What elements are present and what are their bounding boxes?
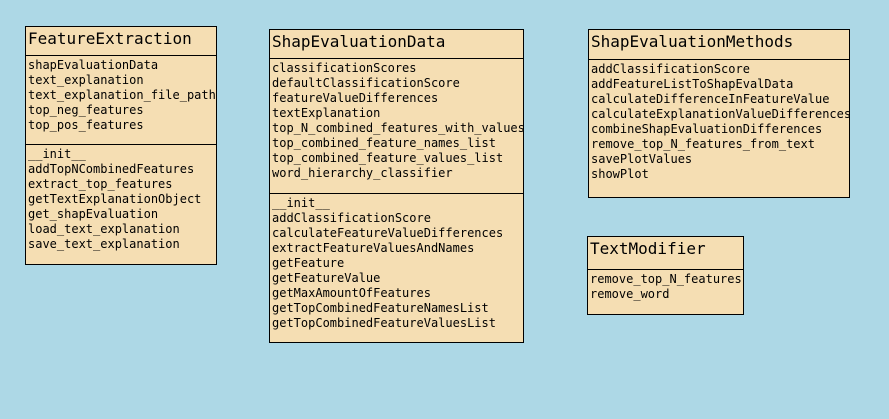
class-feature-extraction: FeatureExtraction shapEvaluationData tex… [25,26,217,265]
method: getTopCombinedFeatureNamesList [272,301,489,315]
class-name: ShapEvaluationMethods [589,30,849,60]
method: calculateDifferenceInFeatureValue [591,92,830,106]
attribute: top_N_combined_features_with_values [272,121,525,135]
method: get_shapEvaluation [28,207,159,221]
attribute: featureValueDifferences [272,91,439,105]
class-methods: remove_top_N_features remove_word [588,270,743,302]
attribute: top_combined_feature_names_list [272,136,496,150]
class-name: ShapEvaluationData [270,30,523,59]
attribute: top_combined_feature_values_list [272,151,504,165]
class-methods: addClassificationScore addFeatureListToS… [589,60,852,182]
method: __init__ [28,147,86,161]
attribute: classificationScores [272,61,417,75]
attribute: word_hierarchy_classifier [272,166,453,180]
class-shap-evaluation-methods: ShapEvaluationMethods addClassificationS… [588,29,852,198]
class-methods: __init__ addClassificationScore calculat… [270,194,523,331]
method: addClassificationScore [272,211,431,225]
method: getMaxAmountOfFeatures [272,286,431,300]
method: extract_top_features [28,177,173,191]
method: remove_top_N_features_from_text [591,137,815,151]
method: addClassificationScore [591,62,750,76]
method: calculateExplanationValueDifferences [591,107,852,121]
method: __init__ [272,196,330,210]
class-attributes: classificationScores defaultClassificati… [270,59,525,194]
method: remove_word [590,287,670,301]
attribute: text_explanation [28,73,144,87]
attribute: text_explanation_file_path [28,88,216,102]
class-shap-evaluation-data: ShapEvaluationData classificationScores … [269,29,525,343]
class-name: TextModifier [590,239,706,258]
method: getFeature [272,256,345,270]
attribute: top_pos_features [28,118,144,132]
class-name: FeatureExtraction [26,27,216,56]
attribute: textExplanation [272,106,381,120]
attribute: defaultClassificationScore [272,76,460,90]
method: load_text_explanation [28,222,180,236]
method: extractFeatureValuesAndNames [272,241,475,255]
method: remove_top_N_features [590,272,742,286]
method: addTopNCombinedFeatures [28,162,195,176]
method: savePlotValues [591,152,693,166]
class-attributes: shapEvaluationData text_explanation text… [26,56,216,145]
method: showPlot [591,167,649,181]
method: calculateFeatureValueDifferences [272,226,504,240]
class-methods: __init__ addTopNCombinedFeatures extract… [26,145,216,252]
method: getFeatureValue [272,271,381,285]
method: addFeatureListToShapEvalData [591,77,794,91]
class-text-modifier: TextModifier remove_top_N_features remov… [587,236,744,315]
method: combineShapEvaluationDifferences [591,122,823,136]
method: save_text_explanation [28,237,180,251]
method: getTopCombinedFeatureValuesList [272,316,496,330]
attribute: shapEvaluationData [28,58,159,72]
attribute: top_neg_features [28,103,144,117]
method: getTextExplanationObject [28,192,202,206]
